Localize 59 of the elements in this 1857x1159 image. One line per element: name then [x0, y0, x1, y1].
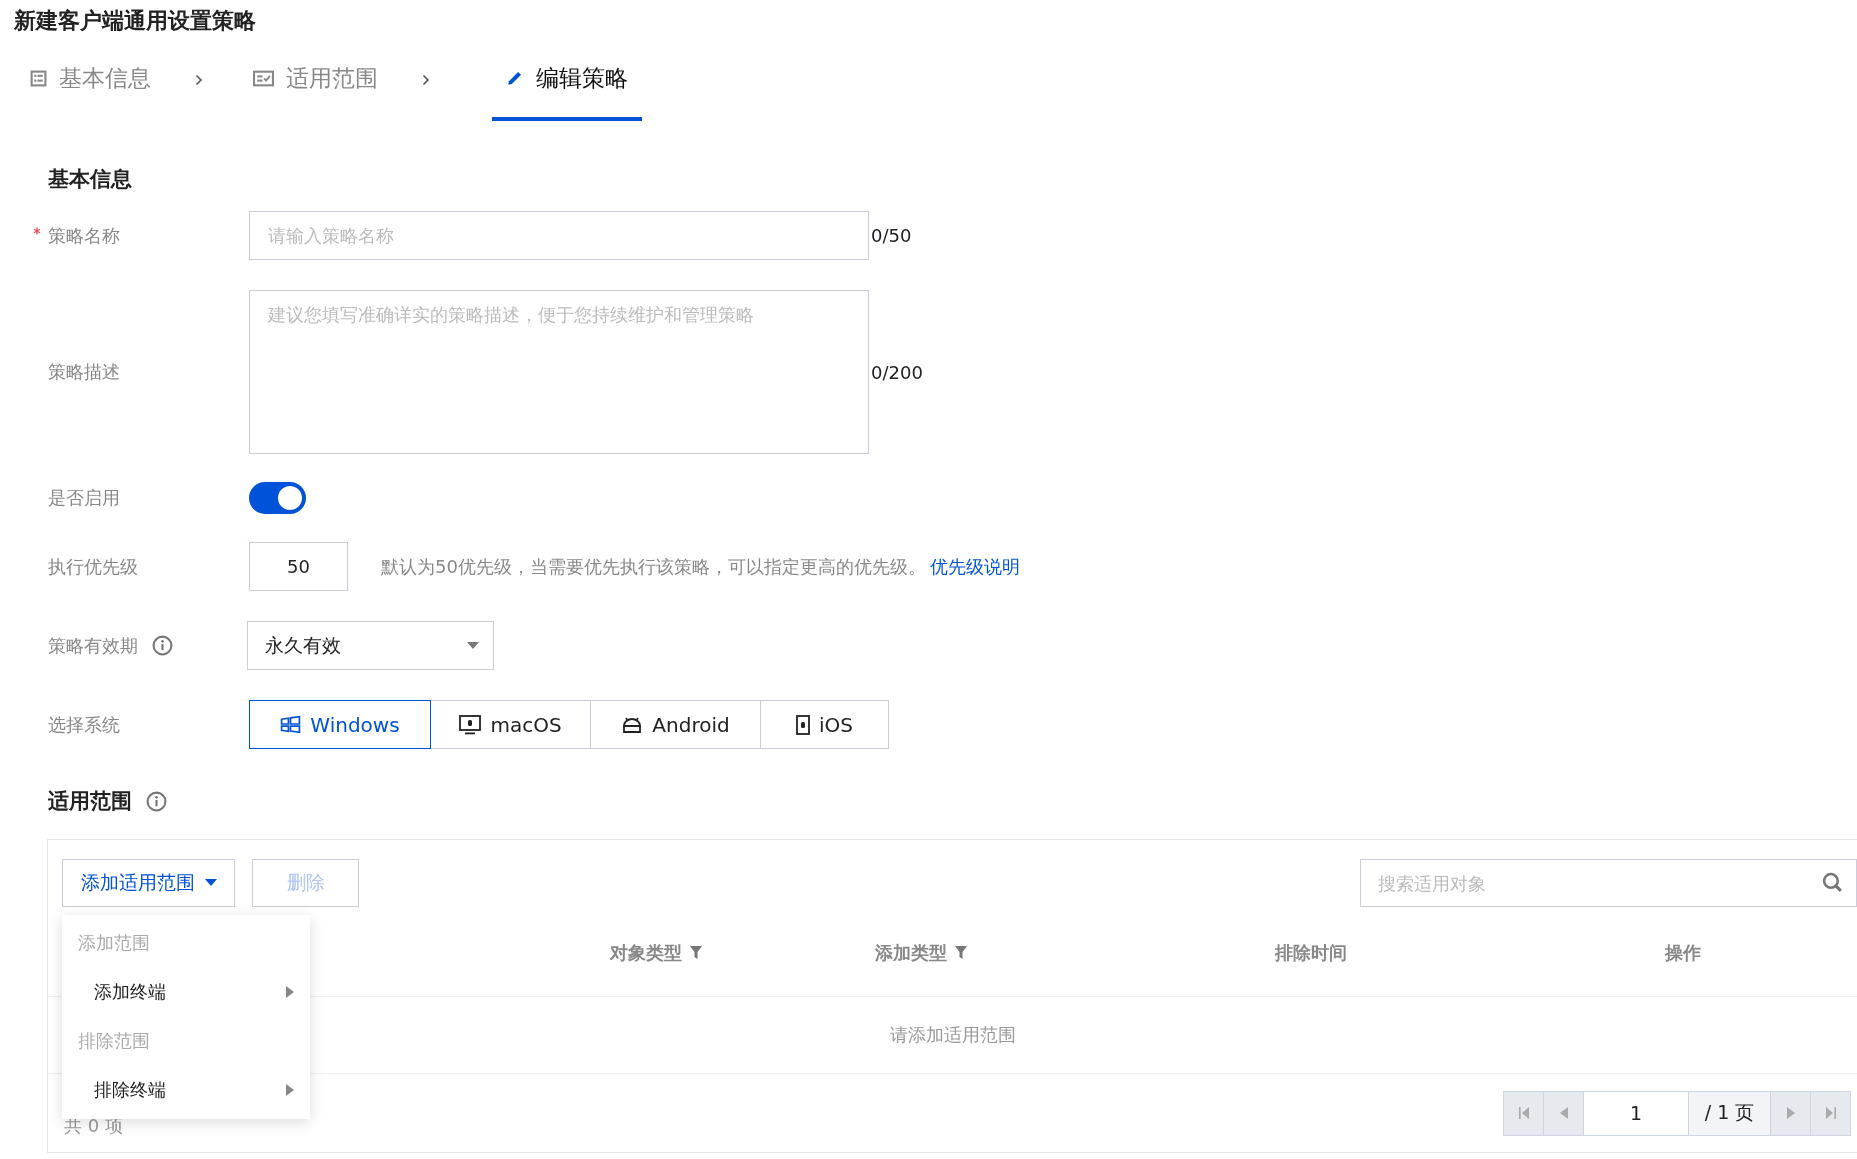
- char-counter: 0/200: [871, 361, 923, 383]
- menu-item[interactable]: 排除终端: [62, 1065, 310, 1115]
- windows-icon: [280, 715, 302, 734]
- filter-icon[interactable]: [955, 945, 967, 960]
- system-option[interactable]: Windows: [249, 700, 431, 749]
- first-page-icon: [1518, 1107, 1529, 1119]
- checklist-icon: [253, 69, 274, 87]
- system-option[interactable]: Android: [590, 700, 761, 749]
- search-field[interactable]: 搜索适用对象: [1360, 859, 1857, 907]
- step-tab[interactable]: 适用范围: [251, 39, 380, 121]
- chevron-icon: [195, 74, 203, 86]
- section-title: 适用范围: [48, 788, 132, 815]
- name-input-field[interactable]: 请输入策略名称: [249, 211, 869, 260]
- field-label: 选择系统: [48, 712, 120, 737]
- validity-select[interactable]: 永久有效: [247, 621, 494, 670]
- robot-icon: [621, 715, 644, 734]
- info-icon[interactable]: [146, 790, 167, 812]
- pencil-icon: [506, 69, 524, 87]
- step-tab[interactable]: 编辑策略: [492, 39, 642, 121]
- menu-group-label: 排除范围: [77, 1029, 151, 1053]
- search-icon: [1822, 872, 1843, 893]
- step-tab[interactable]: 基本信息: [28, 39, 153, 121]
- form-icon: [30, 69, 47, 87]
- page-total: / 1 页: [1689, 1091, 1771, 1135]
- system-option[interactable]: macOS: [430, 700, 591, 749]
- field-label: 策略描述: [48, 360, 120, 384]
- menu-group-label: 添加范围: [77, 931, 151, 955]
- info-icon[interactable]: [152, 635, 173, 656]
- system-option[interactable]: iOS: [760, 700, 889, 749]
- menu-item[interactable]: 添加终端: [62, 967, 310, 1017]
- empty-message: 请添加适用范围: [889, 1023, 1016, 1047]
- triangle-right-icon: [1786, 1107, 1795, 1119]
- char-counter: 0/50: [871, 225, 912, 246]
- field-label: 执行优先级: [48, 554, 138, 579]
- monitor-icon: [459, 714, 482, 735]
- field-label: 策略名称: [48, 223, 120, 248]
- phone-icon: [796, 714, 810, 735]
- priority-help-link[interactable]: 优先级说明: [929, 554, 1020, 579]
- triangle-right-icon: [286, 1084, 294, 1096]
- triangle-left-icon: [1559, 1107, 1568, 1119]
- hint-text: 默认为50优先级，当需要优先执行该策略，可以指定更高的优先级。: [381, 554, 926, 579]
- description-field[interactable]: 建议您填写准确详实的策略描述，便于您持续维护和管理策略: [249, 290, 869, 454]
- column-header: 添加类型: [875, 940, 947, 965]
- column-header: 操作: [1665, 940, 1701, 965]
- field-label: 是否启用: [48, 486, 120, 510]
- last-page-icon: [1825, 1107, 1836, 1119]
- caret-icon: [467, 641, 479, 650]
- column-header: 对象类型: [610, 940, 682, 965]
- page-title: 新建客户端通用设置策略: [13, 7, 257, 35]
- priority-input-field[interactable]: 50: [249, 542, 348, 591]
- triangle-right-icon: [286, 986, 294, 998]
- filter-icon[interactable]: [690, 945, 702, 960]
- section-title: 基本信息: [48, 166, 133, 193]
- chevron-icon: [422, 74, 430, 86]
- toggle-switch[interactable]: [249, 482, 306, 514]
- column-header: 排除时间: [1275, 940, 1347, 965]
- field-label: 策略有效期: [48, 633, 138, 658]
- add-scope-button[interactable]: 添加适用范围: [62, 859, 235, 907]
- caret-icon: [204, 879, 217, 887]
